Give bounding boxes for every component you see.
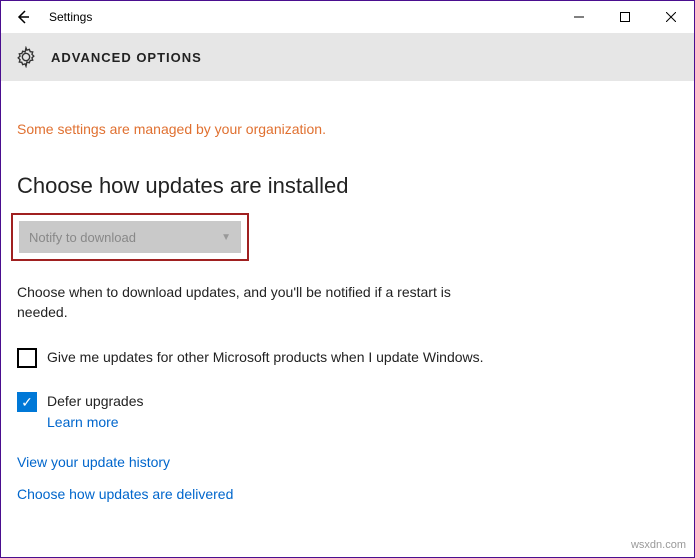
page-title: ADVANCED OPTIONS [51, 50, 202, 65]
window-controls [556, 1, 694, 33]
back-button[interactable] [1, 1, 45, 33]
update-mode-dropdown[interactable]: Notify to download ▼ [19, 221, 241, 253]
close-button[interactable] [648, 1, 694, 33]
close-icon [666, 12, 676, 22]
watermark: wsxdn.com [631, 539, 686, 551]
defer-upgrades-row: ✓ Defer upgrades Learn more [17, 392, 497, 430]
chevron-down-icon: ▼ [221, 232, 231, 243]
update-mode-description: Choose when to download updates, and you… [17, 283, 457, 322]
content-area: Some settings are managed by your organi… [1, 81, 694, 502]
section-heading: Choose how updates are installed [17, 173, 678, 199]
minimize-icon [574, 12, 584, 22]
other-products-label: Give me updates for other Microsoft prod… [47, 348, 484, 368]
managed-by-org-notice: Some settings are managed by your organi… [17, 121, 678, 137]
update-delivery-link[interactable]: Choose how updates are delivered [17, 486, 678, 502]
minimize-button[interactable] [556, 1, 602, 33]
dropdown-selected-label: Notify to download [29, 230, 136, 245]
view-update-history-link[interactable]: View your update history [17, 454, 678, 470]
header-bar: ADVANCED OPTIONS [1, 33, 694, 81]
back-arrow-icon [15, 9, 31, 25]
window-title: Settings [45, 10, 92, 24]
titlebar: Settings [1, 1, 694, 33]
maximize-button[interactable] [602, 1, 648, 33]
other-products-row: Give me updates for other Microsoft prod… [17, 348, 497, 368]
defer-upgrades-checkbox[interactable]: ✓ [17, 392, 37, 412]
maximize-icon [620, 12, 630, 22]
defer-upgrades-label: Defer upgrades [47, 392, 144, 412]
defer-learn-more-link[interactable]: Learn more [47, 414, 144, 430]
other-products-checkbox[interactable] [17, 348, 37, 368]
gear-icon [15, 46, 37, 68]
dropdown-highlight-box: Notify to download ▼ [11, 213, 249, 261]
